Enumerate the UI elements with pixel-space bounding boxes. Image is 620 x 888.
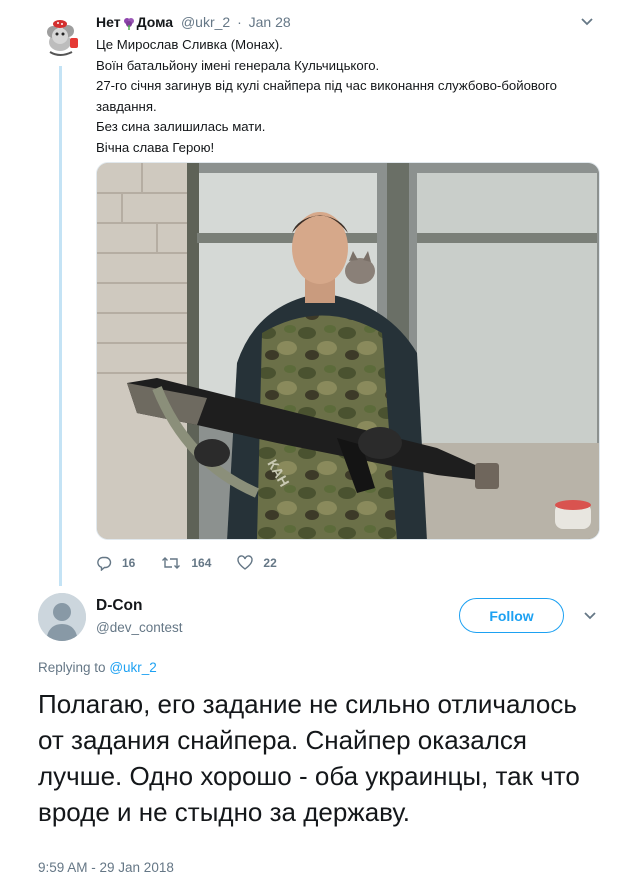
retweet-count: 164 bbox=[191, 556, 212, 570]
heart-icon bbox=[237, 555, 254, 570]
reply-timestamp[interactable]: 9:59 AM - 29 Jan 2018 bbox=[38, 860, 174, 875]
tweet-text-line: Це Мирослав Сливка (Монах). bbox=[96, 37, 283, 52]
tweet-date[interactable]: Jan 28 bbox=[249, 14, 291, 30]
tweet-text-line: Без сина залишилась мати. bbox=[96, 119, 266, 134]
author-name-part1[interactable]: Нет bbox=[96, 14, 121, 30]
like-action[interactable]: 22 bbox=[237, 555, 277, 571]
tweet-text: Це Мирослав Сливка (Монах). Воїн батальй… bbox=[96, 35, 601, 158]
reply-author-avatar[interactable] bbox=[38, 593, 86, 641]
tweet-text-line: 27-го січня загинув від кулі снайпера пі… bbox=[96, 78, 557, 114]
default-avatar-icon bbox=[38, 593, 86, 641]
reply-count: 16 bbox=[122, 556, 136, 570]
replying-to-label: Replying to bbox=[38, 660, 106, 675]
retweet-action[interactable]: 164 bbox=[161, 555, 211, 571]
tweet-text-line: Вічна слава Герою! bbox=[96, 139, 215, 155]
thread-connector-line bbox=[59, 66, 62, 586]
author-avatar[interactable] bbox=[38, 12, 86, 60]
retweet-icon bbox=[162, 557, 181, 569]
replying-to: Replying to @ukr_2 bbox=[38, 660, 157, 675]
reply-icon bbox=[97, 556, 112, 571]
reply-text: Полагаю, его задание не сильно отличалос… bbox=[38, 689, 580, 827]
author-handle[interactable]: @ukr_2 bbox=[181, 14, 230, 30]
flower-emoji-icon bbox=[122, 15, 136, 35]
tweet-actions: 16 164 22 bbox=[96, 553, 303, 573]
follow-button[interactable]: Follow bbox=[459, 598, 564, 633]
original-tweet: Нет Дома @ukr_2 · Jan 28 Це Мирослав Слив… bbox=[0, 0, 620, 588]
replying-to-handle[interactable]: @ukr_2 bbox=[109, 660, 156, 675]
reply-menu-chevron-down-icon[interactable] bbox=[583, 608, 597, 624]
author-name-part2[interactable]: Дома bbox=[137, 14, 173, 30]
reply-author-name[interactable]: D-Con bbox=[96, 597, 143, 615]
tweet-photo[interactable]: КАН bbox=[96, 162, 600, 540]
rat-mascot-image bbox=[38, 12, 86, 60]
tweet-text-line: Воїн батальйону імені генерала Кульчицьк… bbox=[96, 57, 380, 73]
reply-author-handle[interactable]: @dev_contest bbox=[96, 620, 183, 635]
soldier-photo-image: КАН bbox=[97, 163, 599, 539]
header-separator: · bbox=[237, 14, 242, 30]
reply-action[interactable]: 16 bbox=[96, 555, 135, 571]
tweet-menu-chevron-down-icon[interactable] bbox=[580, 14, 594, 30]
like-count: 22 bbox=[263, 556, 277, 570]
tweet-header: Нет Дома @ukr_2 · Jan 28 bbox=[96, 12, 291, 35]
